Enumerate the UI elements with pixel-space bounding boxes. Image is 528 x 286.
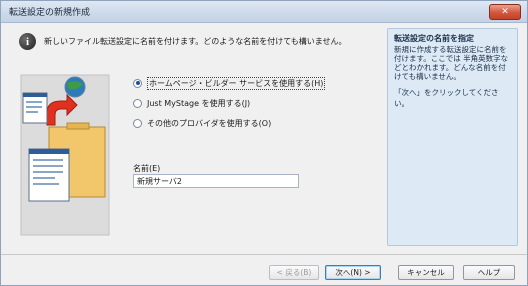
next-button[interactable]: 次へ(N) > (325, 265, 381, 280)
option-other-provider[interactable]: その他のプロバイダを使用する(O) (133, 113, 325, 133)
window-title: 転送設定の新規作成 (9, 8, 91, 18)
close-icon: ✕ (501, 6, 509, 17)
wizard-content: i 新しいファイル転送設定に名前を付けます。どのような名前を付けても構いません。 (1, 23, 386, 253)
option-label-homepage-builder[interactable]: ホームページ・ビルダー サービスを使用する(H) (147, 76, 326, 90)
title-bar[interactable]: 転送設定の新規作成 ✕ (1, 1, 527, 23)
option-label-other-provider[interactable]: その他のプロバイダを使用する(O) (147, 118, 271, 129)
radio-homepage-builder[interactable] (133, 78, 142, 88)
divider (1, 254, 527, 255)
cancel-button[interactable]: キャンセル (398, 265, 454, 280)
side-panel-title: 転送設定の名前を指定 (394, 34, 474, 43)
wizard-illustration (17, 69, 113, 249)
dialog-window: 転送設定の新規作成 ✕ i 新しいファイル転送設定に名前を付けます。どのような名… (0, 0, 528, 286)
info-text: 新しいファイル転送設定に名前を付けます。どのような名前を付けても構いません。 (44, 37, 347, 46)
option-label-just-mystage[interactable]: Just MyStage を使用する(J) (147, 98, 250, 109)
back-button[interactable]: < 戻る(B) (269, 265, 319, 280)
name-label: 名前(E) (133, 164, 161, 173)
name-input[interactable] (133, 174, 299, 188)
provider-options: ホームページ・ビルダー サービスを使用する(H) Just MyStage を使… (133, 73, 326, 133)
side-panel-body: 新規に作成する転送設定に名前を付けます。ここでは 半角英数字などとわかれます。ど… (394, 45, 509, 81)
help-side-panel: 転送設定の名前を指定 新規に作成する転送設定に名前を付けます。ここでは 半角英数… (387, 28, 518, 246)
info-icon: i (19, 33, 36, 50)
transfer-illustration-icon (20, 74, 110, 236)
radio-just-mystage[interactable] (133, 98, 142, 108)
info-message: i 新しいファイル転送設定に名前を付けます。どのような名前を付けても構いません。 (19, 33, 347, 50)
side-panel-hint: 「次へ」をクリックしてください。 (394, 88, 499, 109)
radio-other-provider[interactable] (133, 118, 142, 128)
option-just-mystage[interactable]: Just MyStage を使用する(J) (133, 93, 325, 113)
close-button[interactable]: ✕ (489, 4, 521, 20)
option-homepage-builder[interactable]: ホームページ・ビルダー サービスを使用する(H) (133, 73, 326, 93)
help-button[interactable]: ヘルプ (463, 265, 515, 280)
